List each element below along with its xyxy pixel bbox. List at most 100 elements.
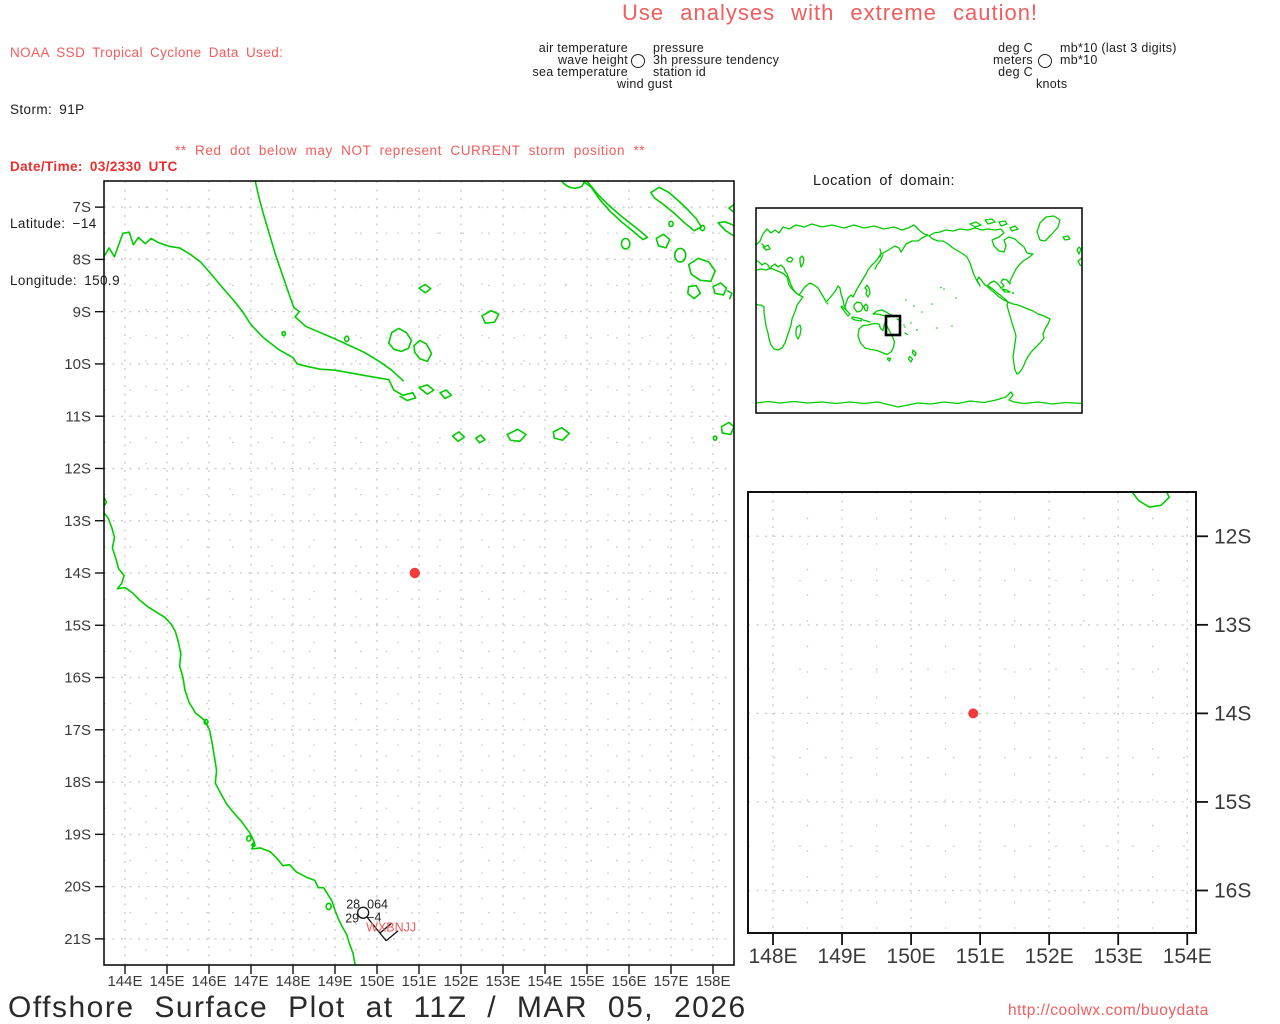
island-rossel-zoom <box>1132 492 1169 507</box>
island-tagula <box>507 429 526 441</box>
island-buka <box>562 181 585 188</box>
main-map-overlay: 28 06429 −4WXBNJJ <box>345 567 420 942</box>
zoom-map-overlay <box>968 708 979 719</box>
y-tick-label: 10S <box>64 356 91 373</box>
island-hook <box>728 291 732 299</box>
island-palm <box>247 836 251 841</box>
x-tick-label: 151E <box>956 945 1005 968</box>
x-tick-label: 149E <box>317 973 352 990</box>
islet-dot <box>700 225 704 230</box>
island-louisiade-3 <box>453 432 465 441</box>
island-tasmania <box>886 357 892 362</box>
x-tick-label: 148E <box>275 973 310 990</box>
island-bougainville <box>583 181 648 240</box>
x-tick-label: 144E <box>107 973 142 990</box>
island-sulawesi <box>863 303 869 312</box>
world-coastlines <box>755 215 1083 408</box>
islet-dot <box>345 336 349 341</box>
y-tick-label: 20S <box>64 879 91 896</box>
island-rennell-area <box>721 422 734 434</box>
island-louisiade-4 <box>476 435 485 443</box>
y-tick-label: 15S <box>1214 791 1251 814</box>
x-tick-label: 151E <box>401 973 436 990</box>
y-tick-label: 16S <box>64 670 91 687</box>
x-tick-label: 150E <box>359 973 394 990</box>
island-timor-chain <box>862 319 871 323</box>
y-tick-label: 14S <box>64 565 91 582</box>
caspian-sea <box>799 255 805 268</box>
x-tick-label: 156E <box>611 973 646 990</box>
island-new-caledonia <box>904 332 909 336</box>
island-kolombangara <box>675 248 686 262</box>
coastline-australia <box>857 321 896 356</box>
zoom-map-coastlines <box>1132 492 1169 507</box>
y-tick-label: 18S <box>64 774 91 791</box>
x-tick-label: 150E <box>887 945 936 968</box>
island-louisiade-2 <box>440 390 451 398</box>
island-vanuatu <box>903 324 905 326</box>
pacific-islet <box>931 303 933 305</box>
coastline-png-north <box>255 181 403 381</box>
world-map-inset <box>755 207 1083 414</box>
coastline-baltic <box>761 243 771 251</box>
islet-dot <box>282 332 285 336</box>
arctic-island-4 <box>1009 225 1019 232</box>
island-nz-north <box>911 349 917 357</box>
x-tick-label: 146E <box>191 973 226 990</box>
x-tick-label: 149E <box>818 945 867 968</box>
y-tick-label: 12S <box>1214 525 1251 548</box>
island-iceland <box>1062 235 1071 241</box>
y-tick-label: 9S <box>73 304 91 321</box>
arctic-island-3 <box>998 220 1008 227</box>
plot-canvas: 144E 145E 146E 147E 148E 149E 150E 151E 152E 153E… <box>64 0 1251 1024</box>
pacific-islet <box>913 305 915 307</box>
y-tick-label: 21S <box>64 931 91 948</box>
pacific-islet <box>955 297 957 299</box>
island-java <box>851 316 863 322</box>
island-fiji <box>916 329 918 331</box>
x-tick-label: 158E <box>695 973 730 990</box>
y-tick-label: 19S <box>64 826 91 843</box>
x-tick-label: 153E <box>1094 945 1143 968</box>
island-vanuatu-2 <box>904 326 906 328</box>
x-tick-label: 154E <box>527 973 562 990</box>
island-santa-isabel <box>718 222 734 236</box>
x-tick-label: 157E <box>653 973 688 990</box>
y-tick-label: 11S <box>65 408 91 425</box>
island-shortland <box>621 238 629 248</box>
island-borneo <box>853 301 864 313</box>
storm-position-dot <box>409 567 420 579</box>
y-tick-label: 13S <box>64 513 91 530</box>
pacific-islet <box>905 299 907 301</box>
x-tick-label: 155E <box>569 973 604 990</box>
island-whitsunday <box>326 903 331 909</box>
x-tick-label: 152E <box>443 973 478 990</box>
station-air-temperature: 28 <box>346 898 360 912</box>
y-tick-label: 14S <box>1214 703 1251 726</box>
black-sea <box>786 256 794 263</box>
island-goodenough <box>389 328 412 351</box>
y-tick-label: 8S <box>73 252 91 269</box>
station-sea-temperature: 29 <box>345 912 359 926</box>
y-tick-label: 15S <box>64 617 91 634</box>
island-rendova <box>688 286 701 299</box>
x-tick-label: 152E <box>1025 945 1074 968</box>
offshore-surface-plot-page: NOAA SSD Tropical Cyclone Data Used: Sto… <box>0 0 1280 1024</box>
coastline-antarctica <box>755 391 1083 408</box>
coastline-queensland <box>104 513 355 965</box>
island-greenland <box>1036 215 1061 242</box>
island-vella-lavella <box>656 234 669 248</box>
island-philippines <box>864 284 871 298</box>
x-tick-label: 154E <box>1163 945 1212 968</box>
coastline-north-america <box>928 227 1034 303</box>
pacific-islet <box>936 327 938 329</box>
island-hawaii <box>940 286 942 289</box>
y-tick-label: 12S <box>64 461 91 478</box>
station-plot: 28 06429 −4WXBNJJ <box>345 898 416 942</box>
zoom-map-frame: 148E 149E 150E 151E 152E 153E 154E 12S 13S 14S 15S… <box>747 491 1251 968</box>
x-tick-label: 145E <box>149 973 184 990</box>
pacific-islet <box>910 322 912 324</box>
coastline-png-south <box>104 232 416 400</box>
arctic-island-2 <box>984 218 996 225</box>
island-hawaii-2 <box>943 288 945 290</box>
